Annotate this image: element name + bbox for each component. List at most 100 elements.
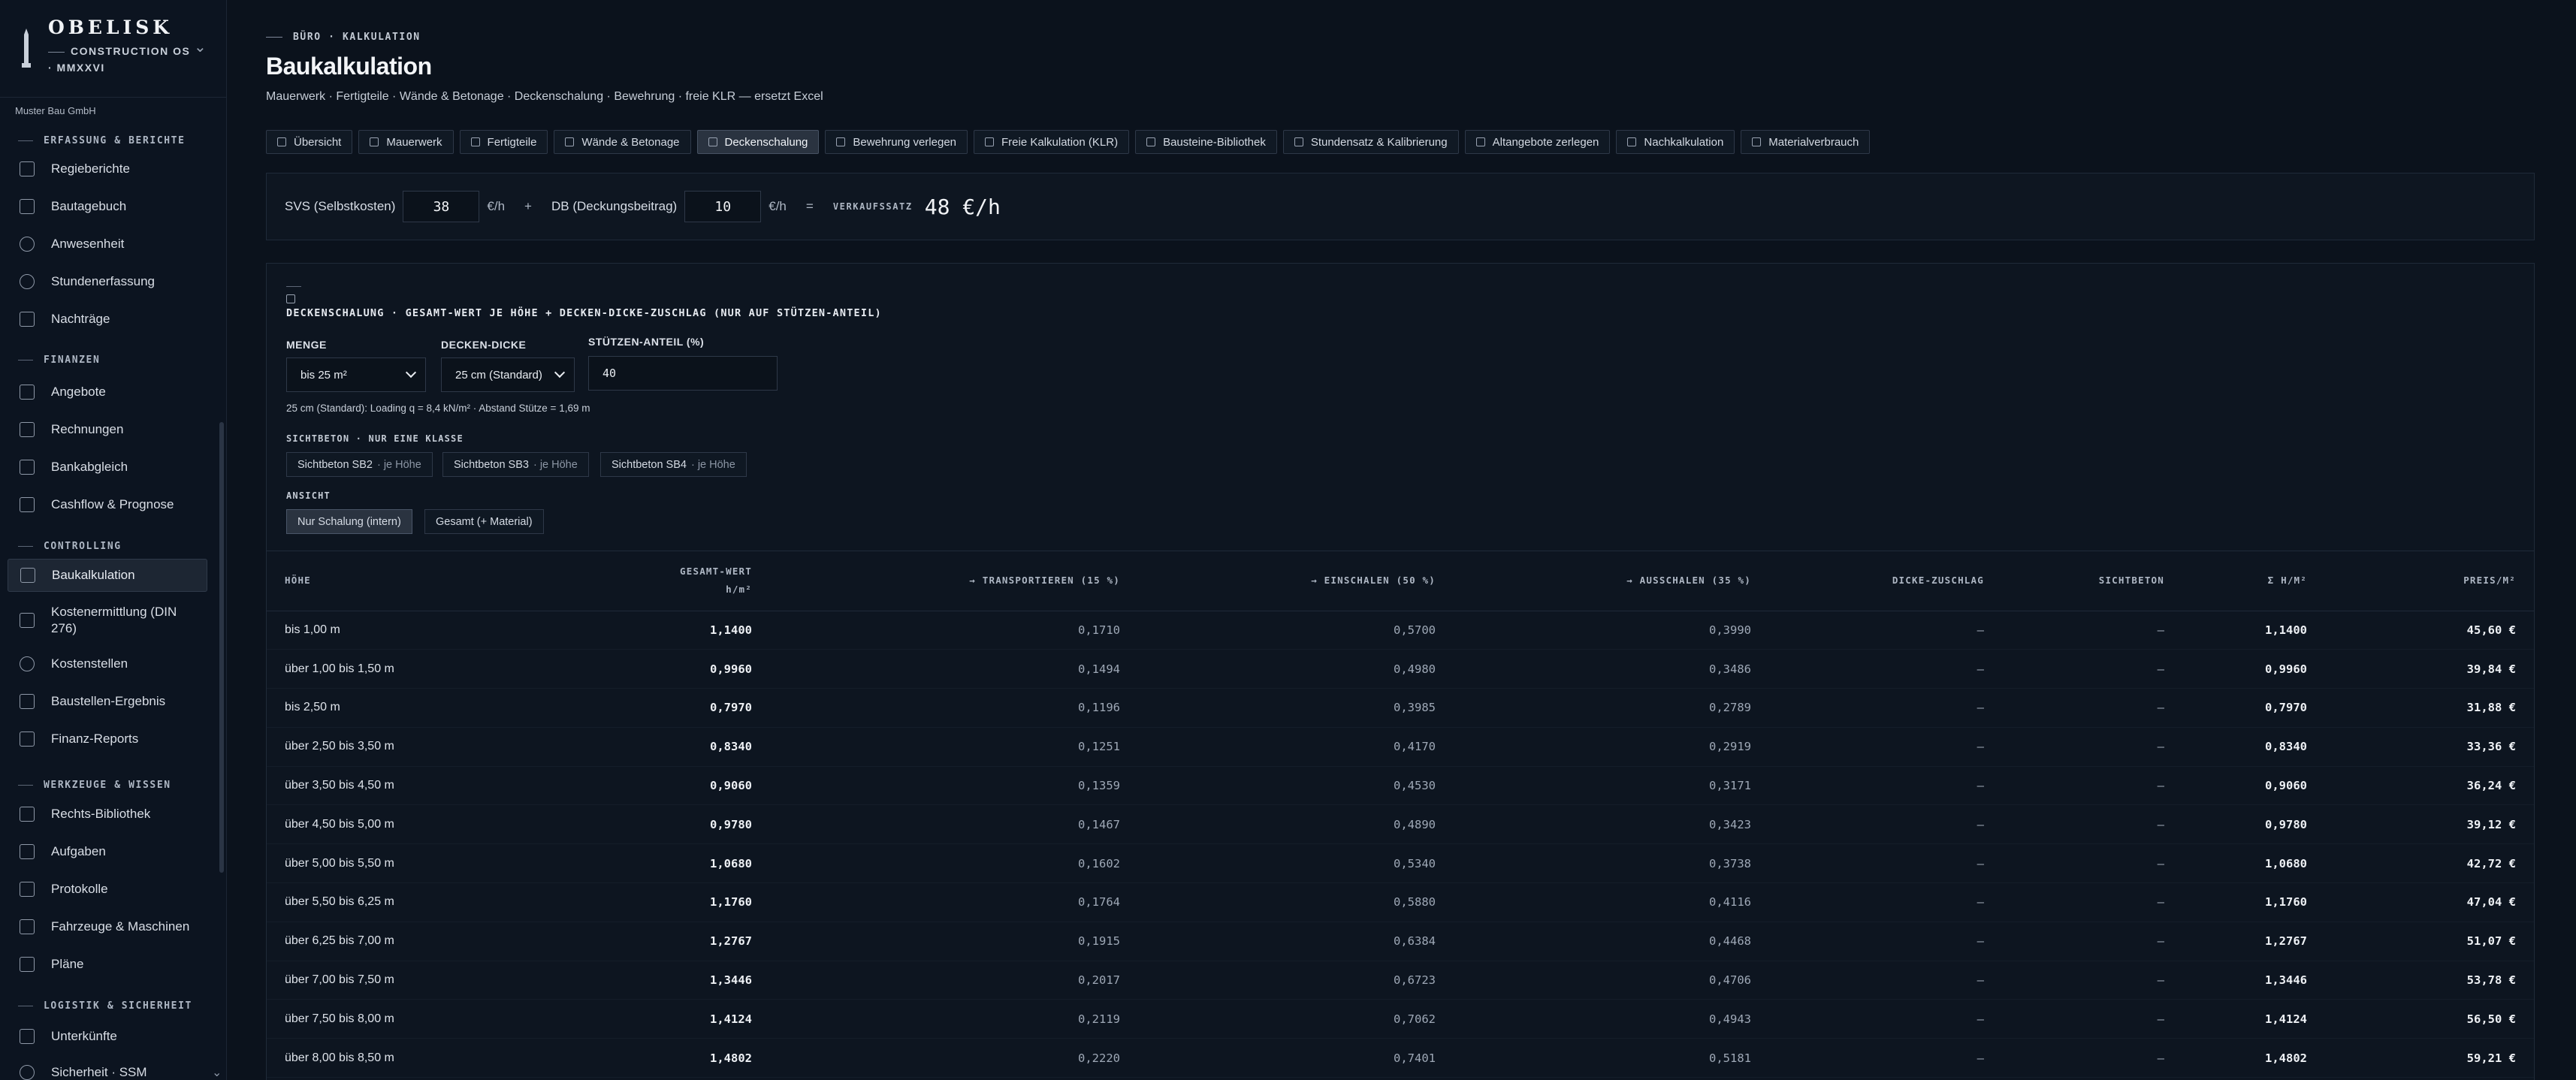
tab-freie-kalkulation-klr[interactable]: Freie Kalkulation (KLR) [974, 130, 1130, 154]
db-input[interactable]: 10 [684, 191, 762, 222]
sichtbeton-sb2-button[interactable]: Sichtbeton SB2 · je Höhe [286, 452, 433, 477]
col-dicke-zuschlag[interactable]: DICKE-ZUSCHLAG [1769, 551, 2002, 611]
tab-deckenschalung[interactable]: Deckenschalung [696, 130, 820, 154]
sidebar-item-anwesenheit[interactable]: Anwesenheit [8, 228, 207, 261]
col-preis[interactable]: PREIS/M² [2325, 551, 2534, 611]
main-content: BÜRO · KALKULATION Baukalkulation Mauerw… [266, 0, 2535, 1080]
tab-mauerwerk[interactable]: Mauerwerk [358, 130, 454, 154]
col-sichtbeton[interactable]: SICHTBETON [2002, 551, 2182, 611]
sidebar-item-aufgaben[interactable]: Aufgaben [8, 835, 207, 868]
cell-einschalen: 0,7401 [1138, 1038, 1454, 1078]
ansicht-schalung-button[interactable]: Nur Schalung (intern) [286, 509, 412, 534]
cell-hoehe: über 1,00 bis 1,50 m [267, 649, 515, 689]
offer-icon [20, 385, 35, 400]
cell-sichtbeton: — [2002, 804, 2182, 845]
tab-wände-betonage[interactable]: Wände & Betonage [554, 130, 691, 154]
tab-stundensatz-kalibrierung[interactable]: Stundensatz & Kalibrierung [1282, 130, 1459, 154]
sidebar-item-angebote[interactable]: Angebote [8, 376, 207, 409]
sidebar-scrollbar[interactable] [219, 422, 224, 873]
sidebar-item-cashflow[interactable]: Cashflow & Prognose [8, 488, 207, 521]
col-summe[interactable]: Σ H/M² [2182, 551, 2325, 611]
cell-dicke-zuschlag: — [1769, 1038, 2002, 1078]
stuetzen-anteil-input[interactable]: 40 [588, 356, 778, 391]
postcalc-icon [1627, 137, 1637, 146]
cell-transportieren: 0,1359 [770, 766, 1138, 806]
col-einschalen[interactable]: → EINSCHALEN (50 %) [1138, 551, 1454, 611]
sidebar-item-regieberichte[interactable]: Regieberichte [8, 152, 207, 186]
svs-input[interactable]: 38 [403, 191, 480, 222]
sidebar-item-label: Kostenermittlung (DIN 276) [51, 604, 177, 637]
col-hoehe[interactable]: HÖHE [267, 551, 515, 611]
sidebar-item-bautagebuch[interactable]: Bautagebuch [8, 190, 207, 223]
pill-label: Sichtbeton SB4 [612, 458, 687, 471]
cell-preis: 39,84 € [2325, 649, 2534, 689]
sidebar-item-plaene[interactable]: Pläne [8, 948, 207, 981]
sidebar-item-sicherheit[interactable]: Sicherheit · SSM [8, 1056, 207, 1080]
sidebar-item-label: Rechnungen [51, 422, 124, 436]
sidebar-item-unterkuenfte[interactable]: Unterkünfte [8, 1020, 207, 1053]
cost-sheet-icon [20, 613, 35, 628]
sidebar-item-label: Bankabgleich [51, 460, 128, 474]
tab-nachkalkulation[interactable]: Nachkalkulation [1616, 130, 1735, 154]
col-gesamt-wert-title: GESAMT-WERT [680, 565, 752, 577]
sidebar-item-nachtraege[interactable]: Nachträge [8, 303, 207, 336]
sidebar-item-baustellen-ergebnis[interactable]: Baustellen-Ergebnis [8, 685, 207, 718]
ansicht-label: ANSICHT [286, 490, 331, 501]
sidebar-item-bankabgleich[interactable]: Bankabgleich [8, 451, 207, 484]
col-transportieren[interactable]: → TRANSPORTIEREN (15 %) [770, 551, 1138, 611]
cell-transportieren: 0,1196 [770, 688, 1138, 728]
cell-ausschalen: 0,3990 [1454, 611, 1769, 650]
tab-altangebote-zerlegen[interactable]: Altangebote zerlegen [1464, 130, 1611, 154]
sidebar-item-stundenerfassung[interactable]: Stundenerfassung [8, 265, 207, 298]
menge-select[interactable]: bis 25 m² [286, 357, 426, 392]
cell-transportieren: 0,1710 [770, 611, 1138, 650]
sidebar-nav[interactable]: ERFASSUNG & BERICHTE Regieberichte Bauta… [0, 129, 227, 1080]
sidebar-item-kostenermittlung[interactable]: Kostenermittlung (DIN 276) [8, 598, 207, 643]
tab-materialverbrauch[interactable]: Materialverbrauch [1741, 130, 1871, 154]
decken-dicke-select[interactable]: 25 cm (Standard) [441, 357, 575, 392]
cell-ausschalen: 0,3738 [1454, 843, 1769, 884]
cell-hoehe: über 5,00 bis 5,50 m [267, 843, 515, 884]
sidebar-item-rechts-bibliothek[interactable]: Rechts-Bibliothek [8, 798, 207, 831]
chevron-down-icon[interactable]: ⌄ [194, 38, 207, 56]
db-unit: €/h [769, 199, 787, 213]
cell-ausschalen: 0,4706 [1454, 961, 1769, 1000]
brand-header[interactable]: OBELISK CONSTRUCTION OS · MMXXVI ⌄ [0, 0, 227, 98]
sidebar-item-label: Cashflow & Prognose [51, 497, 174, 511]
sidebar-item-rechnungen[interactable]: Rechnungen [8, 413, 207, 446]
loading-hint: 25 cm (Standard): Loading q = 8,4 kN/m² … [286, 403, 590, 414]
ansicht-gesamt-button[interactable]: Gesamt (+ Material) [424, 509, 544, 534]
sidebar-item-baukalkulation[interactable]: Baukalkulation [8, 559, 207, 592]
sidebar-item-label: Kostenstellen [51, 656, 128, 671]
tab-übersicht[interactable]: Übersicht [266, 130, 353, 154]
sidebar-item-kostenstellen[interactable]: Kostenstellen [8, 647, 207, 680]
cell-hoehe: über 3,50 bis 4,50 m [267, 766, 515, 806]
tab-bausteine-bibliothek[interactable]: Bausteine-Bibliothek [1135, 130, 1277, 154]
sidebar-item-fahrzeuge[interactable]: Fahrzeuge & Maschinen [8, 910, 207, 943]
col-ausschalen[interactable]: → AUSSCHALEN (35 %) [1454, 551, 1769, 611]
sichtbeton-sb3-button[interactable]: Sichtbeton SB3 · je Höhe [442, 452, 589, 477]
cell-einschalen: 0,4170 [1138, 727, 1454, 767]
cell-einschalen: 0,6723 [1138, 961, 1454, 1000]
nav-group-finanzen: FINANZEN [18, 354, 100, 366]
sheet-icon [985, 137, 994, 146]
sichtbeton-sb4-button[interactable]: Sichtbeton SB4 · je Höhe [600, 452, 747, 477]
cell-gesamt-wert: 1,4802 [515, 1038, 770, 1078]
cell-preis: 59,21 € [2325, 1038, 2534, 1078]
col-gesamt-wert[interactable]: GESAMT-WERT h/m² [515, 551, 770, 611]
cell-gesamt-wert: 1,1760 [515, 882, 770, 922]
sidebar-item-label: Baukalkulation [52, 568, 135, 582]
cell-preis: 53,78 € [2325, 961, 2534, 1000]
cell-dicke-zuschlag: — [1769, 882, 2002, 922]
sidebar-item-finanz-reports[interactable]: Finanz-Reports [8, 723, 207, 756]
cell-gesamt-wert: 1,2767 [515, 922, 770, 961]
tab-bewehrung-verlegen[interactable]: Bewehrung verlegen [825, 130, 968, 154]
nav-group-werkzeuge: WERKZEUGE & WISSEN [18, 780, 171, 791]
tab-fertigteile[interactable]: Fertigteile [459, 130, 548, 154]
db-label: DB (Deckungsbeitrag) [551, 199, 678, 213]
cell-hoehe: über 5,50 bis 6,25 m [267, 882, 515, 922]
sidebar-item-protokolle[interactable]: Protokolle [8, 873, 207, 906]
scroll-down-icon[interactable]: ⌄ [212, 1065, 222, 1080]
table-row: über 2,50 bis 3,50 m 0,8340 0,1251 0,4170 0,… [267, 727, 2534, 767]
bank-icon [20, 460, 35, 475]
